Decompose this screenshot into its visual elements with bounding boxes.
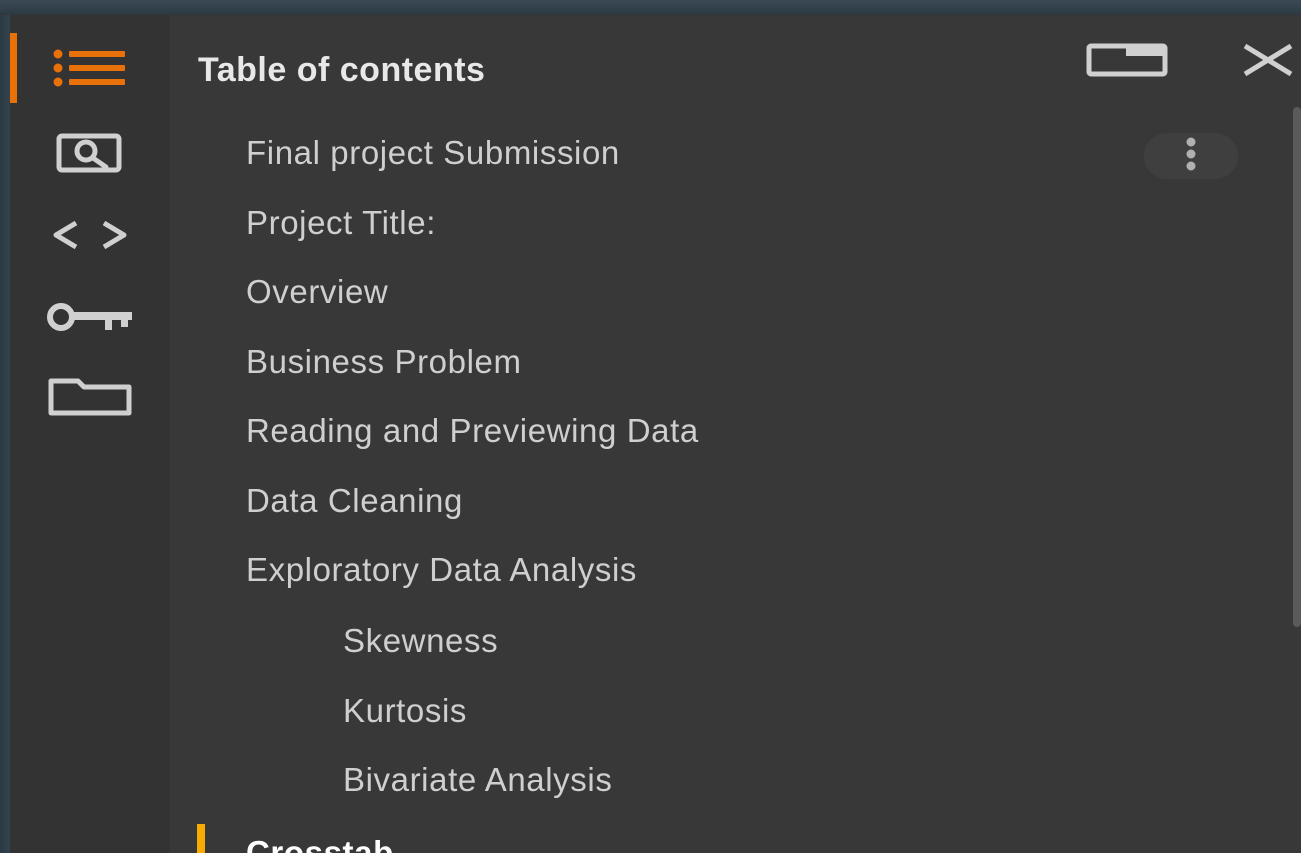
- toc-item[interactable]: Data Cleaning: [246, 469, 463, 533]
- background-edge: [0, 15, 10, 853]
- key-icon: [45, 302, 135, 332]
- rail-item-files[interactable]: [10, 367, 170, 427]
- rail-item-code-snippets[interactable]: [10, 205, 170, 265]
- side-panel: Table of contents Final project Submissi…: [10, 15, 1301, 853]
- toc-active-marker: [197, 824, 205, 853]
- toc-item[interactable]: Overview: [246, 260, 388, 324]
- scrollbar[interactable]: [1293, 107, 1301, 627]
- app-window: Table of contents Final project Submissi…: [0, 0, 1301, 853]
- toc-item[interactable]: Project Title:: [246, 191, 436, 255]
- window-icon: [1086, 43, 1168, 82]
- toc-item[interactable]: Final project Submission: [246, 121, 620, 185]
- search-doc-icon: [56, 133, 124, 173]
- code-icon: [50, 220, 130, 250]
- more-vert-icon: [1181, 137, 1201, 176]
- toc-item-active[interactable]: Crosstab: [246, 821, 394, 853]
- toc-panel: Table of contents Final project Submissi…: [170, 15, 1301, 853]
- toc-item[interactable]: Business Problem: [246, 330, 522, 394]
- more-options-button[interactable]: [1144, 133, 1238, 179]
- list-icon: [53, 49, 127, 87]
- close-panel-button[interactable]: [1240, 43, 1296, 81]
- toc-item[interactable]: Reading and Previewing Data: [246, 399, 699, 463]
- close-icon: [1241, 43, 1295, 82]
- open-in-tab-button[interactable]: [1084, 41, 1170, 83]
- rail-item-table-of-contents[interactable]: [10, 37, 170, 99]
- toc-subitem[interactable]: Skewness: [343, 609, 498, 673]
- folder-icon: [48, 378, 132, 416]
- rail-item-find-replace[interactable]: [10, 123, 170, 183]
- toc-item[interactable]: Exploratory Data Analysis: [246, 538, 637, 602]
- toc-subitem[interactable]: Kurtosis: [343, 679, 467, 743]
- toc-subitem[interactable]: Bivariate Analysis: [343, 748, 612, 812]
- panel-title: Table of contents: [198, 51, 486, 89]
- rail-item-secrets[interactable]: [10, 287, 170, 347]
- icon-rail: [10, 15, 170, 853]
